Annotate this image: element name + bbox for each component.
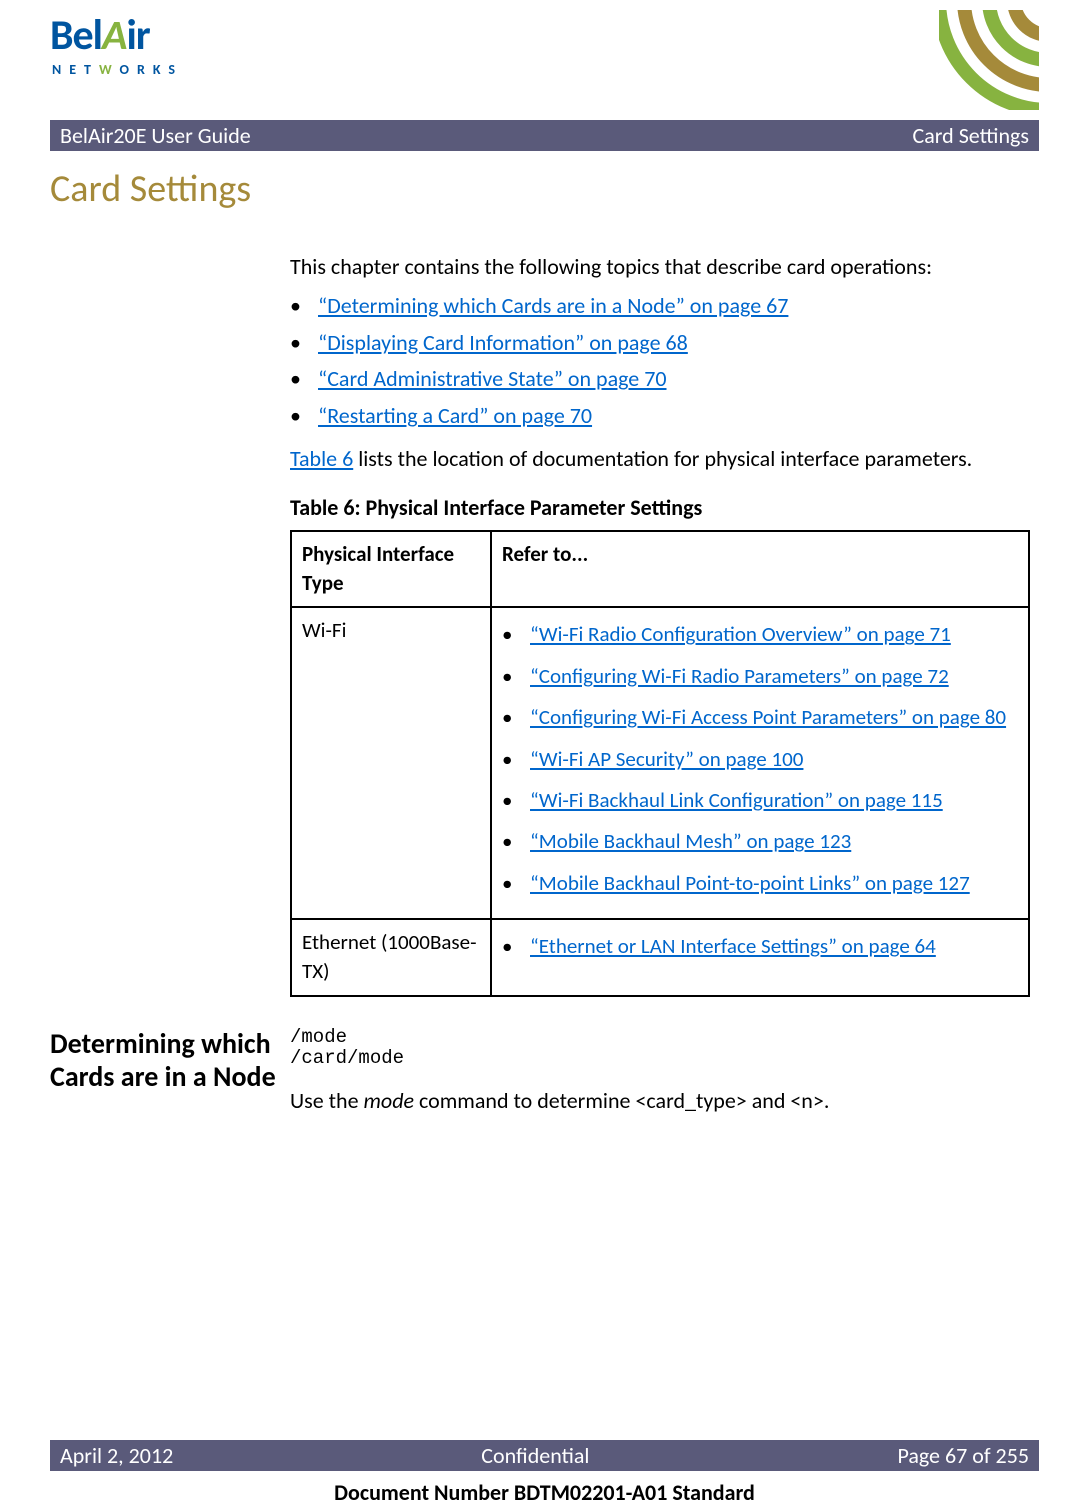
table-row: Wi-Fi “Wi-Fi Radio Configuration Overvie…	[291, 607, 1029, 919]
table-header-row: Physical Interface Type Refer to...	[291, 531, 1029, 608]
logo-subtext: NET	[52, 61, 99, 78]
cross-reference-link[interactable]: “Determining which Cards are in a Node” …	[318, 292, 788, 319]
table-cell: Ethernet (1000Base-TX)	[291, 919, 491, 996]
logo-text: ir	[126, 10, 149, 61]
cross-reference-link[interactable]: “Restarting a Card” on page 70	[318, 402, 592, 429]
paragraph: Table 6 lists the location of documentat…	[290, 444, 1039, 475]
table-header: Refer to...	[491, 531, 1029, 608]
topic-list: “Determining which Cards are in a Node” …	[290, 291, 1039, 432]
cross-reference-link[interactable]: “Mobile Backhaul Point-to-point Links” o…	[530, 870, 970, 896]
brand-logo: BelAir NETWORKS	[50, 10, 183, 78]
table-cell: “Wi-Fi Radio Configuration Overview” on …	[491, 607, 1029, 919]
paragraph-text: command to determine <card_type> and <n>…	[414, 1087, 829, 1114]
table-cell: “Ethernet or LAN Interface Settings” on …	[491, 919, 1029, 996]
title-bar: BelAir20E User Guide Card Settings	[50, 120, 1039, 151]
cross-reference-link[interactable]: “Mobile Backhaul Mesh” on page 123	[530, 828, 851, 854]
cross-reference-link[interactable]: “Wi-Fi Radio Configuration Overview” on …	[530, 621, 951, 647]
paragraph: Use the mode command to determine <card_…	[290, 1087, 1039, 1114]
list-item: “Wi-Fi AP Security” on page 100	[502, 745, 1018, 774]
list-item: “Restarting a Card” on page 70	[290, 401, 1039, 432]
cross-reference-link[interactable]: “Card Administrative State” on page 70	[318, 365, 667, 392]
logo-text: Bel	[50, 10, 102, 61]
paragraph-text: Use the	[290, 1087, 364, 1114]
list-item: “Configuring Wi-Fi Access Point Paramete…	[502, 703, 1018, 732]
intro-text: This chapter contains the following topi…	[290, 252, 1039, 283]
code-block: /mode /card/mode	[290, 1027, 1039, 1069]
logo-subtext: ORKS	[120, 61, 184, 78]
chapter-title: Card Settings	[10, 166, 1039, 212]
cross-reference-link[interactable]: “Configuring Wi-Fi Access Point Paramete…	[530, 704, 1006, 730]
list-item: “Card Administrative State” on page 70	[290, 364, 1039, 395]
header-graphic-icon	[939, 10, 1039, 110]
cross-reference-link[interactable]: “Configuring Wi-Fi Radio Parameters” on …	[530, 663, 949, 689]
logo-subtext: W	[99, 61, 120, 78]
table-header: Physical Interface Type	[291, 531, 491, 608]
list-item: “Determining which Cards are in a Node” …	[290, 291, 1039, 322]
list-item: “Configuring Wi-Fi Radio Parameters” on …	[502, 662, 1018, 691]
footer-bar: April 2, 2012 Confidential Page 67 of 25…	[50, 1440, 1039, 1471]
list-item: “Ethernet or LAN Interface Settings” on …	[502, 932, 1018, 961]
footer-classification: Confidential	[481, 1442, 589, 1469]
list-item: “Mobile Backhaul Point-to-point Links” o…	[502, 869, 1018, 898]
command-name: mode	[364, 1087, 415, 1114]
cross-reference-link[interactable]: “Wi-Fi Backhaul Link Configuration” on p…	[530, 787, 943, 813]
chapter-label: Card Settings	[913, 122, 1029, 149]
table-reference-link[interactable]: Table 6	[290, 445, 353, 472]
cross-reference-link[interactable]: “Wi-Fi AP Security” on page 100	[530, 746, 803, 772]
list-item: “Wi-Fi Radio Configuration Overview” on …	[502, 620, 1018, 649]
paragraph-text: lists the location of documentation for …	[353, 445, 972, 472]
footer-page-number: Page 67 of 255	[897, 1442, 1029, 1469]
list-item: “Wi-Fi Backhaul Link Configuration” on p…	[502, 786, 1018, 815]
table-row: Ethernet (1000Base-TX) “Ethernet or LAN …	[291, 919, 1029, 996]
cross-reference-link[interactable]: “Displaying Card Information” on page 68	[318, 329, 688, 356]
page-header: BelAir NETWORKS	[50, 0, 1039, 120]
list-item: “Mobile Backhaul Mesh” on page 123	[502, 827, 1018, 856]
section-heading: Determining which Cards are in a Node	[50, 1027, 290, 1114]
table-caption: Table 6: Physical Interface Parameter Se…	[290, 493, 1039, 524]
document-number: Document Number BDTM02201-A01 Standard	[0, 1479, 1089, 1506]
list-item: “Displaying Card Information” on page 68	[290, 328, 1039, 359]
table-cell: Wi-Fi	[291, 607, 491, 919]
logo-text: A	[102, 10, 126, 61]
footer-date: April 2, 2012	[60, 1442, 173, 1469]
cross-reference-link[interactable]: “Ethernet or LAN Interface Settings” on …	[530, 933, 936, 959]
guide-title: BelAir20E User Guide	[60, 122, 251, 149]
interface-parameter-table: Physical Interface Type Refer to... Wi-F…	[290, 530, 1030, 997]
